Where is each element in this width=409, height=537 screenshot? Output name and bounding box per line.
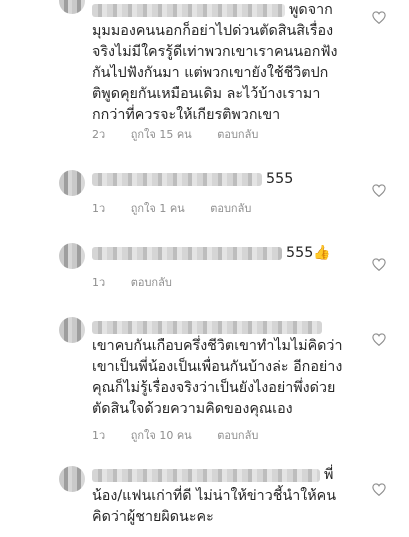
comment-text-line: กกว่าที่ควรจะให้เกียรติพวกเขา [92, 107, 281, 123]
comment-text-line: พูดจาก [289, 2, 333, 18]
comment-meta: 1ว ถูกใจ 10 คน ตอบกลับ [92, 426, 280, 444]
comment-time: 1ว [92, 429, 106, 442]
comment-text-inline: 555 [286, 245, 314, 261]
comment-text-line: คุณก็ไม่รู้เรื่องจริงว่าเป็นยังไงอย่าพึ่… [92, 380, 336, 396]
reply-button[interactable]: ตอบกลับ [131, 276, 172, 289]
comment-text-line: น้อง/แฟนเก่าที่ดี ไม่น่าให้ข่าวชี้นำให้ค… [92, 488, 336, 504]
comment-text-line: 555👍 [92, 243, 362, 264]
reply-button[interactable]: ตอบกลับ [217, 128, 258, 141]
heart-icon[interactable] [372, 333, 386, 346]
thumbs-up-icon: 👍 [313, 245, 331, 261]
avatar[interactable] [59, 170, 85, 196]
comment-likes-link[interactable]: ถูกใจ 10 คน [131, 429, 192, 442]
heart-icon[interactable] [372, 258, 386, 271]
comment-item: เขาคบกันเกือบครึ่งชีวิตเขาทำไมไม่คิดว่า … [0, 315, 409, 445]
comment-text: พี่ น้อง/แฟนเก่าที่ดี ไม่น่าให้ข่าวชี้นำ… [92, 465, 362, 528]
comment-item: 555👍 1ว ตอบกลับ [0, 238, 409, 298]
comment-likes-link[interactable]: ถูกใจ 1 คน [131, 202, 185, 215]
heart-icon[interactable] [372, 11, 386, 24]
comment-text-line: เขาคบกันเกือบครึ่งชีวิตเขาทำไมไม่คิดว่า [92, 338, 343, 354]
comment-text-line: กันไปฟังกันมา แต่พวกเขายังใช้ชีวิตปก [92, 65, 329, 81]
comment-likes-link[interactable]: ถูกใจ 15 คน [131, 128, 192, 141]
avatar[interactable] [59, 466, 85, 492]
comment-text-line: มุมมองคนนอกก็อย่าไปด่วนตัดสินสิเรื่อง [92, 23, 334, 39]
heart-icon[interactable] [372, 483, 386, 496]
comment-time: 1ว [92, 202, 106, 215]
comment-text-line: ติพูดคุยกันเหมือนเดิม ละไว้บ้างเรามา [92, 86, 321, 102]
reply-button[interactable]: ตอบกลับ [217, 429, 258, 442]
comment-text-line: 555 [266, 171, 294, 187]
comment-meta: 1ว ถูกใจ 1 คน ตอบกลับ [92, 199, 273, 217]
comment-item: พูดจาก มุมมองคนนอกก็อย่าไปด่วนตัดสินสิเร… [0, 0, 409, 150]
comment-text: 555 [92, 169, 362, 190]
reply-button[interactable]: ตอบกลับ [210, 202, 251, 215]
comment-item: พี่ น้อง/แฟนเก่าที่ดี ไม่น่าให้ข่าวชี้นำ… [0, 462, 409, 537]
comment-time: 2ว [92, 128, 106, 141]
comment-meta: 2ว ถูกใจ 15 คน ตอบกลับ [92, 125, 280, 143]
comment-meta: 1ว ตอบกลับ [92, 273, 194, 291]
username-blurred[interactable] [92, 321, 322, 334]
comment-item: 555 1ว ถูกใจ 1 คน ตอบกลับ [0, 165, 409, 225]
avatar[interactable] [59, 317, 85, 343]
heart-icon[interactable] [372, 184, 386, 197]
comment-time: 1ว [92, 276, 106, 289]
comment-text-line: ตัดสินใจด้วยความคิดของคุณเอง [92, 401, 293, 417]
comment-text-line: คิดว่าผู้ชายผิดนะคะ [92, 509, 214, 525]
avatar[interactable] [59, 0, 85, 14]
comment-text: พูดจาก มุมมองคนนอกก็อย่าไปด่วนตัดสินสิเร… [92, 0, 362, 126]
comment-text-line: จริงไม่มีใครรู้ดีเท่าพวกเขาเราคนนอกฟัง [92, 44, 338, 60]
comment-text-line: พี่ [324, 467, 334, 483]
comment-text: 555👍 [92, 243, 362, 264]
comment-text: เขาคบกันเกือบครึ่งชีวิตเขาทำไมไม่คิดว่า … [92, 336, 362, 420]
avatar[interactable] [59, 243, 85, 269]
comment-text-line: เขาเป็นพี่น้องเป็นเพื่อนกันบ้างล่ะ อีกอย… [92, 359, 343, 375]
